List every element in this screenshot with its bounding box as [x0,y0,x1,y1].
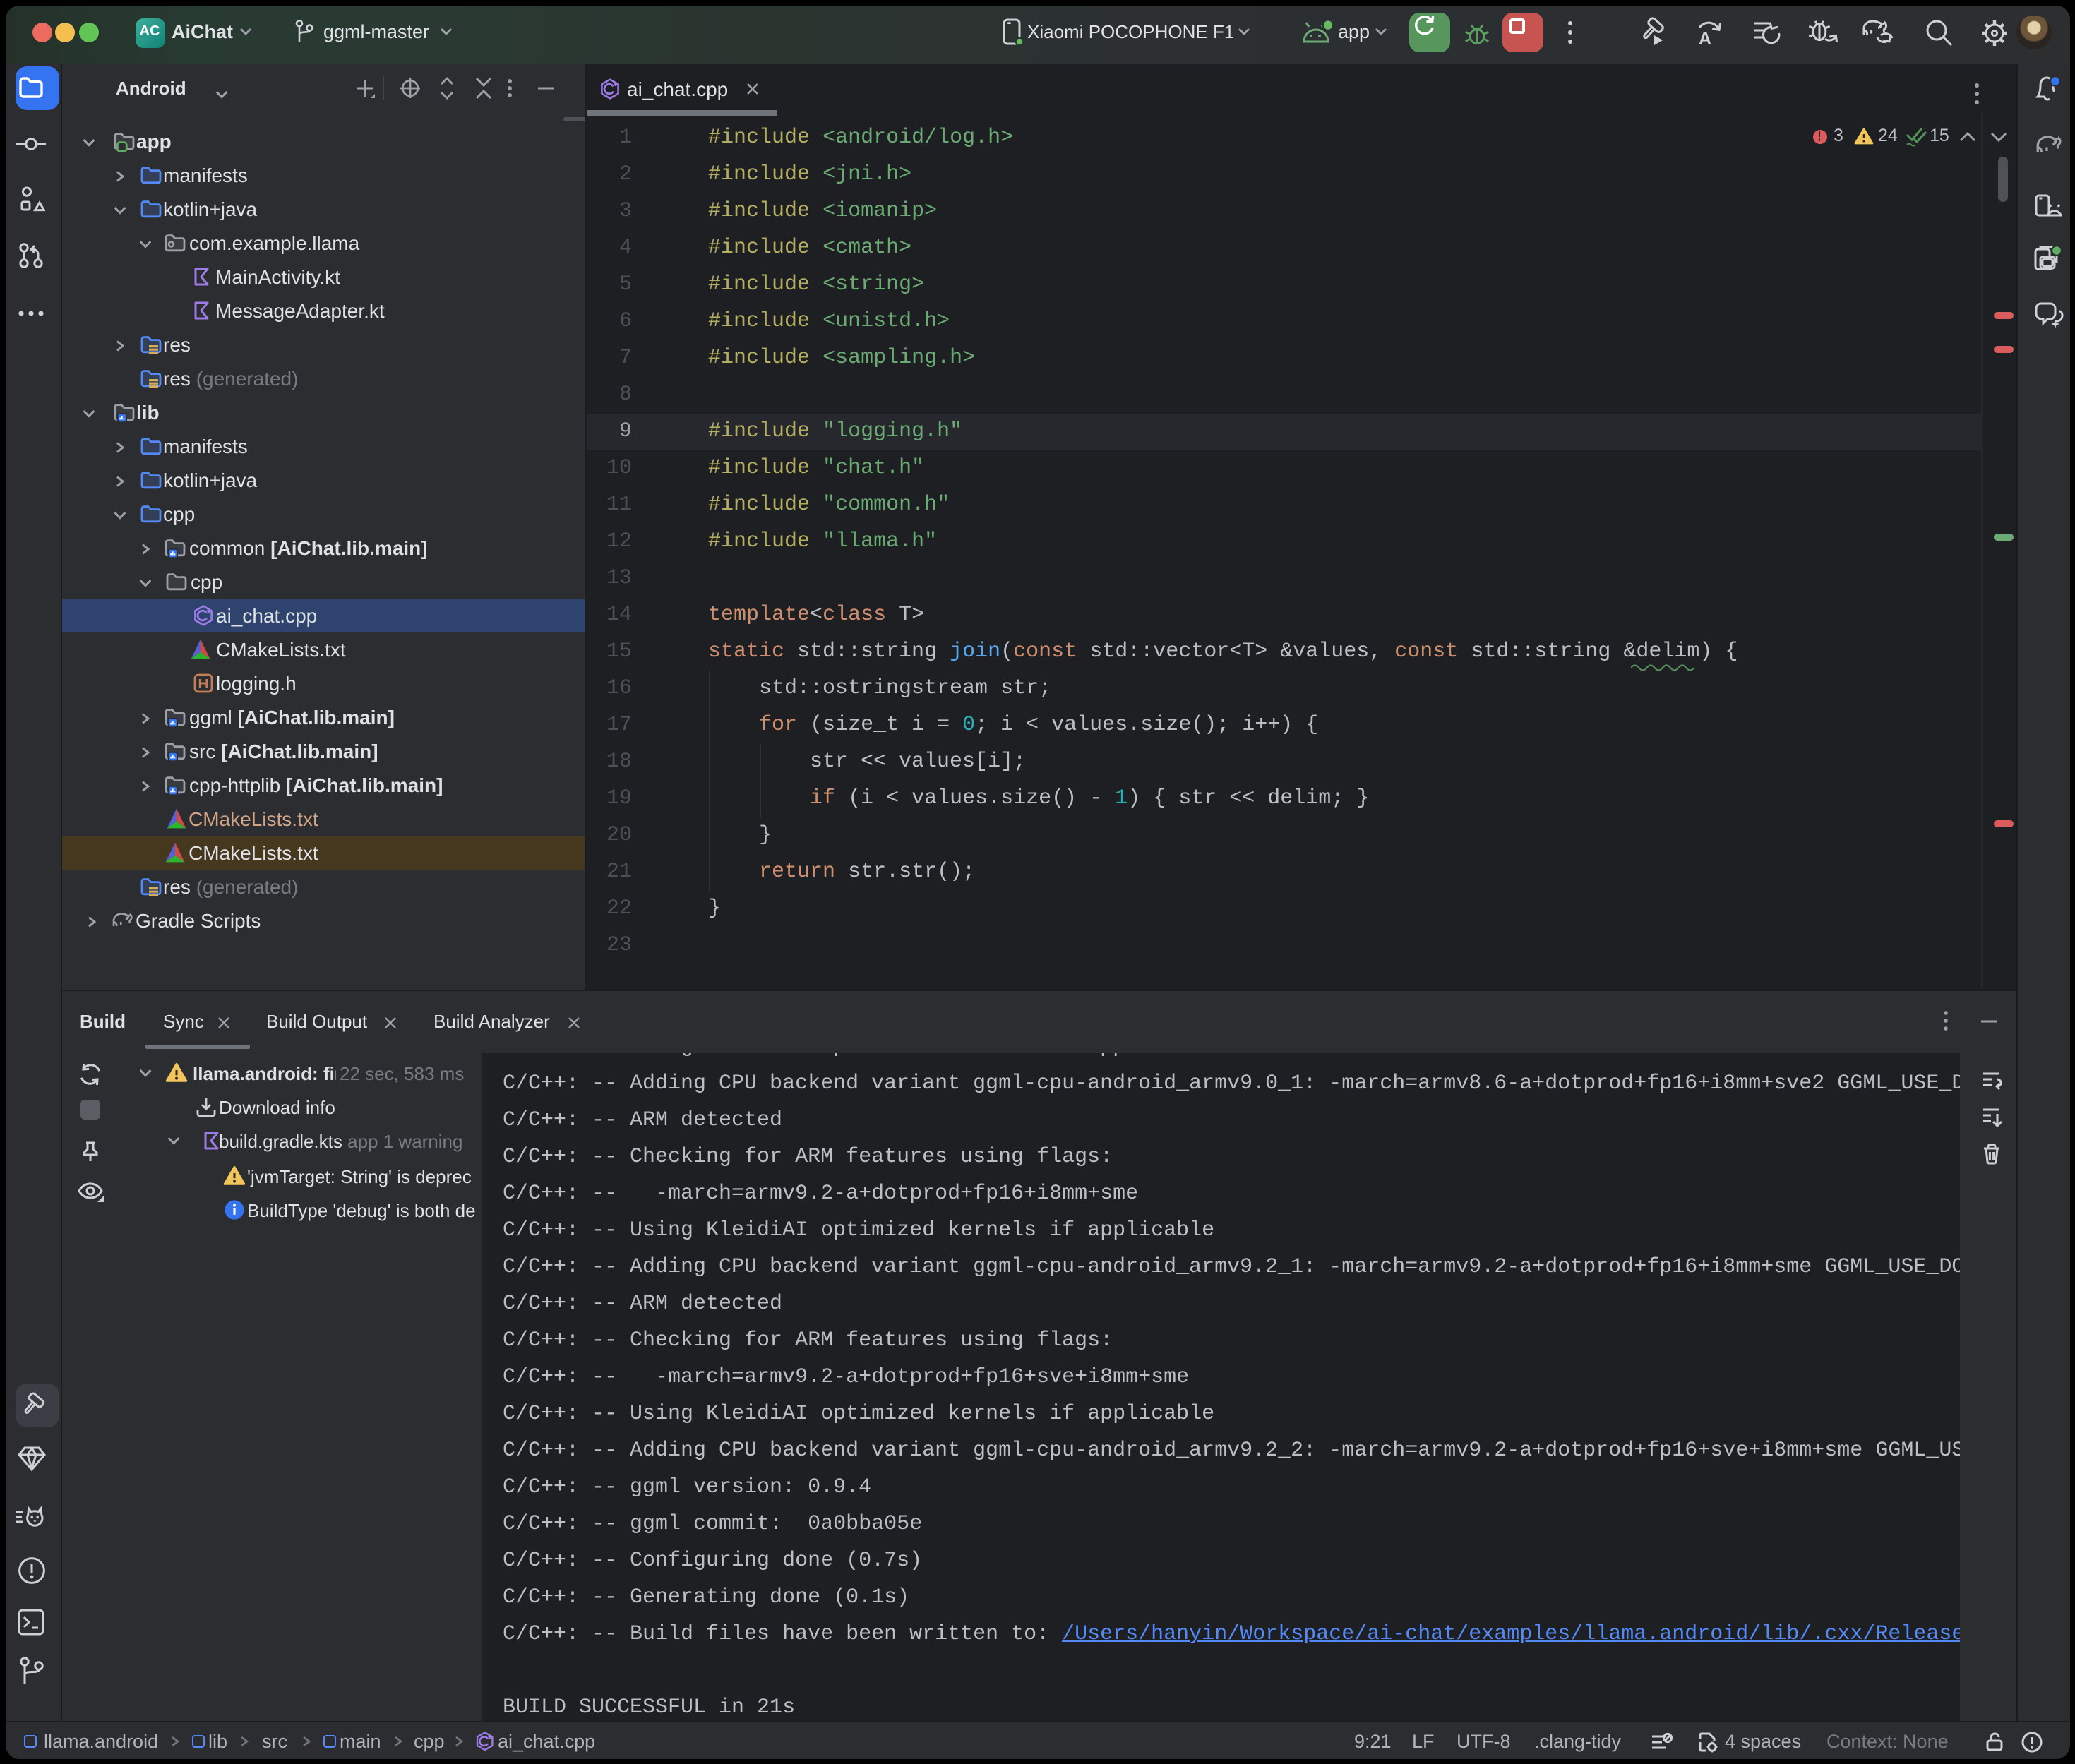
svg-text:A: A [1699,29,1711,49]
